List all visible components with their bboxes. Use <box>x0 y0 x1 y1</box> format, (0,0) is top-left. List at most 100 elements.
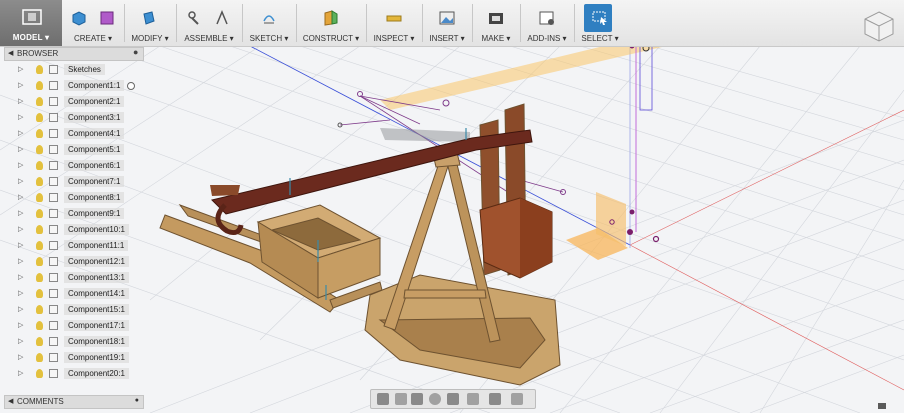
browser-item-component[interactable]: ▷ Component17:1 <box>4 318 142 334</box>
inspect-menu[interactable]: INSPECT ▾ <box>368 0 420 46</box>
comments-pin-icon[interactable]: ● <box>135 397 139 404</box>
browser-item-component[interactable]: ▷ Component13:1 <box>4 270 142 286</box>
browser-item-component[interactable]: ▷ Component18:1 <box>4 334 142 350</box>
browser-item-sketches[interactable]: ▷ Sketches <box>4 62 142 78</box>
visibility-bulb-icon[interactable] <box>36 241 43 250</box>
component-icon <box>49 193 58 202</box>
zoom-icon[interactable] <box>429 393 441 405</box>
expand-icon[interactable]: ▷ <box>18 145 23 153</box>
visibility-bulb-icon[interactable] <box>36 161 43 170</box>
browser-item-component[interactable]: ▷ Component6:1 <box>4 158 142 174</box>
expand-icon[interactable]: ▷ <box>18 97 23 105</box>
visibility-bulb-icon[interactable] <box>36 113 43 122</box>
visibility-bulb-icon[interactable] <box>36 305 43 314</box>
component-icon <box>49 241 58 250</box>
expand-icon[interactable]: ▷ <box>18 273 23 281</box>
visibility-bulb-icon[interactable] <box>36 193 43 202</box>
insert-menu[interactable]: INSERT ▾ <box>424 0 470 46</box>
pan-icon[interactable] <box>411 393 423 405</box>
visibility-bulb-icon[interactable] <box>36 65 43 74</box>
construct-menu[interactable]: CONSTRUCT ▾ <box>298 0 364 46</box>
browser-panel-header[interactable]: ◀ BROWSER <box>4 47 144 61</box>
visibility-bulb-icon[interactable] <box>36 177 43 186</box>
visibility-bulb-icon[interactable] <box>36 369 43 378</box>
comments-panel[interactable]: ◀ COMMENTS ● <box>4 395 144 409</box>
expand-icon[interactable]: ▷ <box>18 257 23 265</box>
collapse-icon[interactable]: ◀ <box>8 49 13 57</box>
toolbar-divider <box>242 4 243 42</box>
expand-icon[interactable]: ▷ <box>18 241 23 249</box>
expand-icon[interactable]: ▷ <box>18 337 23 345</box>
viewports-icon[interactable] <box>511 393 523 405</box>
create-menu[interactable]: CREATE ▾ <box>64 0 122 46</box>
browser-item-component[interactable]: ▷ Component12:1 <box>4 254 142 270</box>
visibility-bulb-icon[interactable] <box>36 273 43 282</box>
workspace-switcher[interactable]: MODEL ▾ <box>0 0 62 46</box>
expand-icon[interactable]: ▷ <box>18 161 23 169</box>
expand-icon[interactable]: ▷ <box>18 113 23 121</box>
visibility-bulb-icon[interactable] <box>36 257 43 266</box>
fit-icon[interactable] <box>447 393 459 405</box>
make-menu[interactable]: MAKE ▾ <box>474 0 518 46</box>
expand-icon[interactable]: ▷ <box>18 81 23 89</box>
look-at-icon[interactable] <box>395 393 407 405</box>
add-ins-menu[interactable]: ADD-INS ▾ <box>522 0 572 46</box>
visibility-bulb-icon[interactable] <box>36 209 43 218</box>
expand-icon[interactable]: ▷ <box>18 353 23 361</box>
expand-icon[interactable]: ▷ <box>18 305 23 313</box>
expand-icon[interactable]: ▷ <box>18 65 23 73</box>
viewcube[interactable] <box>862 10 896 44</box>
browser-item-label: Component3:1 <box>64 112 125 123</box>
modify-menu[interactable]: MODIFY ▾ <box>126 0 174 46</box>
browser-item-label: Component18:1 <box>64 336 129 347</box>
browser-item-component[interactable]: ▷ Component5:1 <box>4 142 142 158</box>
browser-item-component[interactable]: ▷ Component10:1 <box>4 222 142 238</box>
browser-item-component[interactable]: ▷ Component1:1 <box>4 78 142 94</box>
expand-icon[interactable]: ▷ <box>18 321 23 329</box>
visibility-bulb-icon[interactable] <box>36 289 43 298</box>
browser-item-component[interactable]: ▷ Component14:1 <box>4 286 142 302</box>
expand-icon[interactable]: ▷ <box>18 209 23 217</box>
browser-item-label: Component9:1 <box>64 208 125 219</box>
grid-settings-icon[interactable] <box>489 393 501 405</box>
browser-item-label: Component1:1 <box>64 80 125 91</box>
comments-collapse-icon[interactable]: ◀ <box>8 397 13 405</box>
expand-icon[interactable]: ▷ <box>18 129 23 137</box>
visibility-bulb-icon[interactable] <box>36 225 43 234</box>
sketch-menu[interactable]: SKETCH ▾ <box>244 0 294 46</box>
visibility-bulb-icon[interactable] <box>36 321 43 330</box>
browser-item-component[interactable]: ▷ Component3:1 <box>4 110 142 126</box>
browser-item-label: Component5:1 <box>64 144 125 155</box>
browser-item-component[interactable]: ▷ Component8:1 <box>4 190 142 206</box>
visibility-bulb-icon[interactable] <box>36 81 43 90</box>
visibility-bulb-icon[interactable] <box>36 353 43 362</box>
visibility-bulb-icon[interactable] <box>36 337 43 346</box>
toolbar: MODEL ▾ CREATE ▾ MODIFY ▾ ASSEMBLE ▾ SKE… <box>0 0 904 47</box>
orbit-icon[interactable] <box>377 393 389 405</box>
assemble-menu[interactable]: ASSEMBLE ▾ <box>178 0 240 46</box>
expand-icon[interactable]: ▷ <box>18 225 23 233</box>
browser-title: BROWSER <box>17 49 59 58</box>
select-menu[interactable]: SELECT ▾ <box>576 0 624 46</box>
browser-item-component[interactable]: ▷ Component7:1 <box>4 174 142 190</box>
browser-item-component[interactable]: ▷ Component19:1 <box>4 350 142 366</box>
browser-item-component[interactable]: ▷ Component11:1 <box>4 238 142 254</box>
browser-item-label: Component7:1 <box>64 176 125 187</box>
component-icon <box>49 177 58 186</box>
expand-icon[interactable]: ▷ <box>18 193 23 201</box>
browser-item-component[interactable]: ▷ Component20:1 <box>4 366 142 382</box>
visibility-bulb-icon[interactable] <box>36 97 43 106</box>
expand-icon[interactable]: ▷ <box>18 369 23 377</box>
browser-item-component[interactable]: ▷ Component9:1 <box>4 206 142 222</box>
browser-item-component[interactable]: ▷ Component4:1 <box>4 126 142 142</box>
visibility-bulb-icon[interactable] <box>36 129 43 138</box>
browser-item-component[interactable]: ▷ Component2:1 <box>4 94 142 110</box>
pin-icon[interactable]: ● <box>133 47 138 57</box>
activate-radio-icon[interactable] <box>127 82 135 90</box>
expand-icon[interactable]: ▷ <box>18 177 23 185</box>
browser-item-component[interactable]: ▷ Component15:1 <box>4 302 142 318</box>
visibility-bulb-icon[interactable] <box>36 145 43 154</box>
sketch-icon <box>263 15 275 24</box>
display-settings-icon[interactable] <box>467 393 479 405</box>
expand-icon[interactable]: ▷ <box>18 289 23 297</box>
